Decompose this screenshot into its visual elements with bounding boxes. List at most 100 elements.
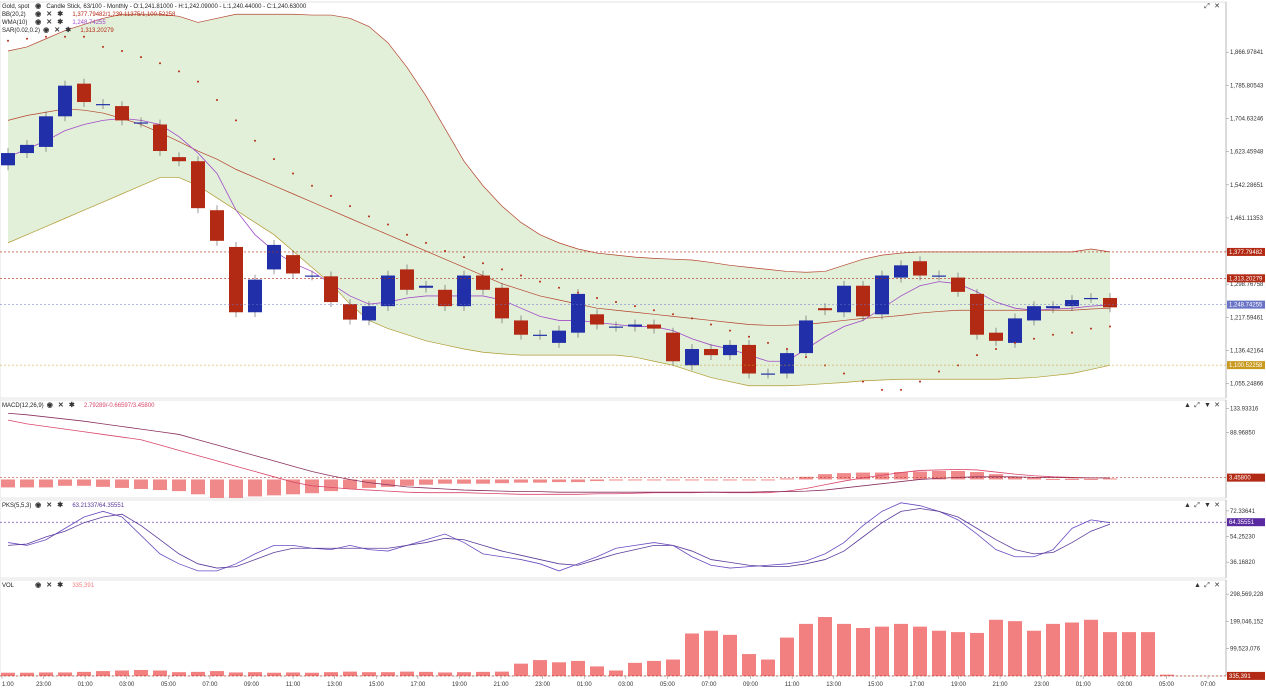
volume-bar (495, 671, 509, 676)
volume-bar (153, 670, 167, 676)
expand-icon[interactable]: ⤢ (1204, 3, 1214, 11)
sar-dot (387, 223, 389, 226)
macd-hist-bar (153, 479, 167, 491)
expand-icon[interactable]: ⤢ (1194, 402, 1204, 410)
y-tick-label: 36.16820 (1230, 560, 1256, 566)
sar-dot (140, 56, 142, 59)
close-icon[interactable]: ✕ (53, 27, 62, 35)
macd-hist-bar (343, 479, 357, 489)
close-icon[interactable]: ✕ (56, 402, 65, 410)
y-tick-label: 1,461.11353 (1230, 216, 1264, 222)
arrow-up-icon[interactable]: ▲ (1194, 582, 1204, 589)
eye-icon[interactable]: ◉ (34, 19, 43, 27)
sar-dot (178, 70, 180, 73)
volume-pane (0, 579, 1227, 677)
y-tick-label: 1,298.76758 (1230, 282, 1264, 288)
sar-dot (520, 274, 522, 277)
close-icon[interactable]: ✕ (45, 582, 54, 590)
indicator-name: SAR(0.02,0.2) (2, 28, 41, 34)
volume-bar (1084, 619, 1098, 676)
volume-bar (647, 660, 661, 676)
volume-bar (115, 670, 129, 676)
macd-hist-bar (647, 479, 661, 481)
y-tick-label: 133.93316 (1230, 407, 1259, 413)
macd-hist-bar (134, 479, 148, 489)
eye-icon[interactable]: ◉ (42, 27, 51, 35)
expand-icon[interactable]: ⤢ (1204, 582, 1214, 590)
x-tick-label: 1:00 (2, 682, 14, 688)
gear-icon[interactable]: ✱ (64, 27, 73, 35)
legend-main: Gold, spot ◉ Candle Stick, 63/100 - Mont… (2, 3, 306, 11)
close-icon[interactable]: ✕ (1214, 501, 1224, 509)
macd-hist-bar (457, 479, 471, 484)
sar-dot (995, 348, 997, 351)
volume-bar (818, 617, 832, 676)
legend-bb: BB(20,2) ◉ ✕ ✱ 1,377.79482/1,239.11375/1,1… (2, 11, 175, 19)
candle (685, 349, 699, 366)
candle (210, 210, 224, 241)
gear-icon[interactable]: ✱ (56, 19, 65, 27)
volume-bar (210, 671, 224, 676)
macd-hist-bar (267, 479, 281, 496)
eye-icon[interactable]: ◉ (45, 402, 54, 410)
volume-bar (305, 672, 319, 676)
value-tag-label: 3.45800 (1229, 476, 1251, 482)
arrow-down-icon[interactable]: ▼ (1204, 502, 1214, 509)
volume-bar (1160, 674, 1174, 676)
sar-dot (729, 329, 731, 332)
sar-dot (463, 256, 465, 259)
indicator-name: PKS(5,5,3) (2, 503, 32, 509)
candle (609, 326, 623, 328)
macd-hist-bar (704, 479, 718, 481)
indicator-value: 335,391 (72, 583, 95, 589)
close-icon[interactable]: ✕ (45, 19, 54, 27)
arrow-down-icon[interactable]: ▼ (1204, 402, 1214, 409)
eye-icon[interactable]: ◉ (34, 11, 43, 19)
sar-dot (748, 335, 750, 338)
eye-icon[interactable]: ◉ (34, 502, 43, 510)
close-icon[interactable]: ✕ (1214, 2, 1224, 10)
macd-hist-bar (115, 479, 129, 488)
sar-dot (881, 388, 883, 391)
volume-bar (666, 659, 680, 676)
sar-dot (7, 39, 9, 42)
close-icon[interactable]: ✕ (1214, 401, 1224, 409)
gear-icon[interactable]: ✱ (56, 502, 65, 510)
close-icon[interactable]: ✕ (1214, 581, 1224, 589)
gear-icon[interactable]: ✱ (56, 582, 65, 590)
macd-hist-bar (1084, 478, 1098, 480)
close-icon[interactable]: ✕ (45, 11, 54, 19)
volume-bar (20, 672, 34, 676)
candle (799, 320, 813, 354)
candle (267, 244, 281, 270)
chart-canvas[interactable]: 1,866.97841 1,785.80543 1,704.63246 1,623.4… (0, 0, 1266, 688)
volume-bar (39, 672, 53, 676)
gear-icon[interactable]: ✱ (67, 402, 76, 410)
close-icon[interactable]: ✕ (45, 502, 54, 510)
macd-hist-bar (666, 479, 680, 481)
candle (894, 265, 908, 278)
y-tick-label: 298,569,228 (1230, 592, 1264, 598)
gear-icon[interactable]: ✱ (56, 11, 65, 19)
y-tick-label: 1,055.24866 (1230, 382, 1264, 388)
volume-bar (229, 672, 243, 676)
macd-hist-bar (419, 479, 433, 485)
vol-pane-toolbar: ▲⤢✕ (1194, 581, 1224, 590)
volume-bar (552, 662, 566, 676)
arrow-up-icon[interactable]: ▲ (1184, 502, 1194, 509)
candle (666, 332, 680, 362)
candle (134, 122, 148, 124)
eye-icon[interactable]: ◉ (34, 3, 43, 11)
sar-dot (862, 380, 864, 383)
eye-icon[interactable]: ◉ (34, 582, 43, 590)
y-tick-label: 1,623.45948 (1230, 150, 1264, 156)
expand-icon[interactable]: ⤢ (1194, 502, 1204, 510)
value-tag-label: 1,100.52258 (1229, 363, 1263, 369)
macd-hist-bar (400, 479, 414, 486)
sar-dot (482, 262, 484, 265)
candle (951, 277, 965, 292)
arrow-up-icon[interactable]: ▲ (1184, 402, 1194, 409)
sar-dot (577, 291, 579, 294)
volume-bar (799, 623, 813, 676)
indicator-name: BB(20,2) (2, 12, 26, 18)
